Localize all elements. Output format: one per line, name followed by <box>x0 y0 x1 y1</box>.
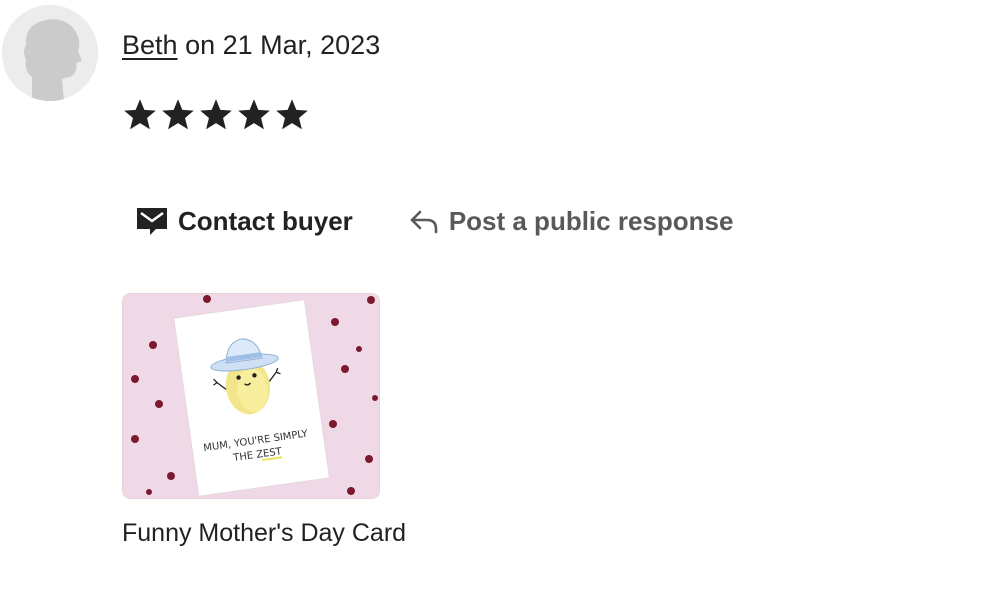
reply-arrow-icon <box>410 210 438 234</box>
product-image: MUM, YOU'RE SIMPLY THE ZEST <box>123 294 379 498</box>
contact-buyer-button[interactable]: Contact buyer <box>132 196 357 246</box>
star-icon <box>162 99 194 130</box>
review-actions: Contact buyer Post a public response <box>132 196 737 246</box>
reviewer-avatar[interactable] <box>2 5 98 101</box>
star-icon <box>238 99 270 130</box>
product-title-link[interactable]: Funny Mother's Day Card <box>122 519 406 548</box>
post-public-response-button[interactable]: Post a public response <box>405 196 738 246</box>
envelope-message-icon <box>137 208 167 235</box>
reviewer-name-link[interactable]: Beth <box>122 30 178 60</box>
post-public-response-label: Post a public response <box>448 205 734 236</box>
product-thumbnail[interactable]: MUM, YOU'RE SIMPLY THE ZEST <box>122 293 380 499</box>
review-date: on 21 Mar, 2023 <box>185 30 381 60</box>
review-meta: Beth on 21 Mar, 2023 <box>122 30 380 61</box>
star-icon <box>276 99 308 130</box>
person-silhouette-icon <box>2 5 98 101</box>
contact-buyer-label: Contact buyer <box>178 205 353 236</box>
star-icon <box>124 99 156 130</box>
star-icon <box>200 99 232 130</box>
star-rating <box>122 96 310 134</box>
